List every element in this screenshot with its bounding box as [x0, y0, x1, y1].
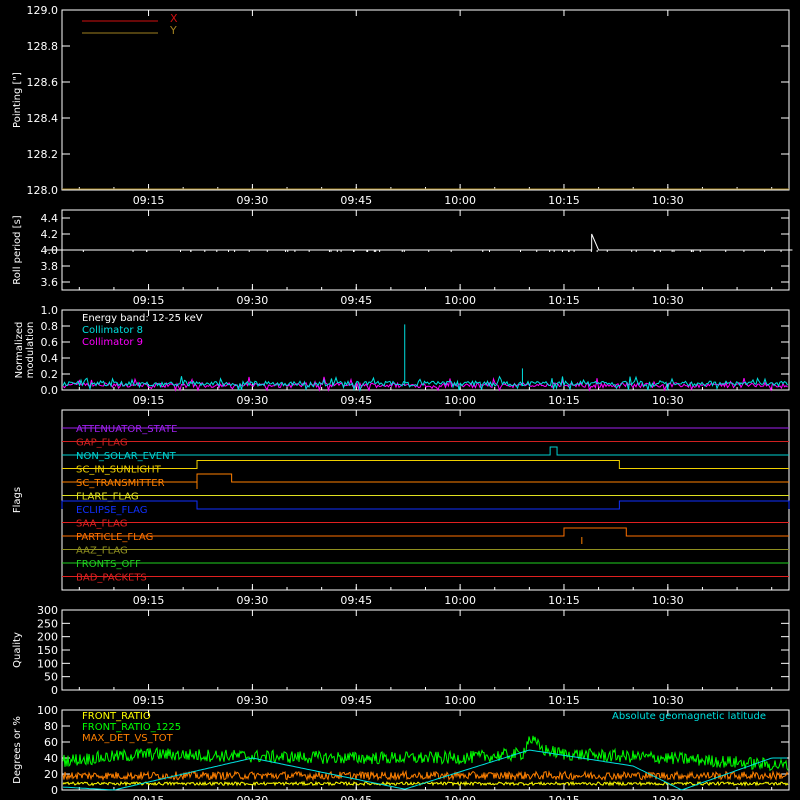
y-tick-label: 4.2	[41, 228, 59, 241]
y-tick-label: 200	[37, 631, 58, 644]
x-tick-label: 10:15	[548, 694, 580, 707]
x-tick-label: 09:30	[237, 394, 269, 407]
x-tick-label: 09:15	[133, 194, 165, 207]
x-tick-label: 09:15	[133, 294, 165, 307]
x-tick-label: 09:15	[133, 594, 165, 607]
flag-label: NON_SOLAR_EVENT	[76, 451, 177, 462]
roll-period-line	[44, 233, 793, 251]
y-tick-label: 1.0	[41, 304, 59, 317]
y-axis-label: Roll period [s]	[12, 215, 23, 284]
y-tick-label: 0.0	[41, 384, 59, 397]
y-axis-label: Flags	[12, 487, 23, 513]
x-tick-label: 09:30	[237, 594, 269, 607]
y-axis-label: Pointing ["]	[12, 72, 23, 128]
x-tick-label: 10:30	[652, 194, 684, 207]
x-tick-label: 10:00	[444, 294, 476, 307]
y-tick-label: 40	[44, 752, 58, 765]
x-tick-label: 09:15	[133, 794, 165, 800]
x-tick-label: 10:15	[548, 294, 580, 307]
x-tick-label: 09:45	[340, 294, 372, 307]
x-tick-label: 10:30	[652, 594, 684, 607]
flag-label: PARTICLE_FLAG	[76, 532, 153, 543]
x-tick-label: 10:30	[652, 294, 684, 307]
x-tick-label: 10:00	[444, 594, 476, 607]
y-tick-label: 128.4	[27, 112, 59, 125]
y-tick-label: 0.8	[41, 320, 59, 333]
x-tick-label: 09:15	[133, 394, 165, 407]
x-tick-label: 10:15	[548, 194, 580, 207]
x-tick-label: 10:00	[444, 794, 476, 800]
x-tick-label: 09:15	[133, 694, 165, 707]
x-tick-label: 09:45	[340, 594, 372, 607]
y-tick-label: 4.4	[41, 212, 59, 225]
flag-line	[62, 473, 789, 483]
flag-label: SAA_FLAG	[76, 519, 127, 530]
plot-frame-4	[61, 609, 790, 691]
x-tick-label: 09:30	[237, 294, 269, 307]
y-tick-label: 0	[51, 684, 58, 697]
y-tick-label: 0.4	[41, 352, 59, 365]
flag-label: BAD_PACKETS	[76, 573, 147, 584]
y-tick-label: 128.0	[27, 184, 59, 197]
flag-label: ECLIPSE_FLAG	[76, 505, 147, 516]
y-tick-label: 300	[37, 604, 58, 617]
y-tick-label: 250	[37, 617, 58, 630]
legend-label: Energy band: 12-25 keV	[82, 313, 203, 324]
y-tick-label: 0.6	[41, 336, 59, 349]
y-tick-label: 50	[44, 671, 58, 684]
y-tick-label: 128.6	[27, 76, 59, 89]
x-tick-label: 09:30	[237, 794, 269, 800]
flag-label: SC_IN_SUNLIGHT	[76, 465, 162, 476]
y-axis-label: Normalized	[14, 322, 25, 379]
y-tick-label: 129.0	[27, 4, 59, 17]
x-tick-label: 09:45	[340, 194, 372, 207]
y-tick-label: 128.8	[27, 40, 59, 53]
x-tick-label: 10:15	[548, 394, 580, 407]
flag-label: AAZ_FLAG	[76, 546, 128, 557]
y-tick-label: 128.2	[27, 148, 59, 161]
x-tick-label: 10:00	[444, 194, 476, 207]
y-tick-label: 3.8	[41, 260, 59, 273]
legend-label: Collimator 8	[82, 325, 143, 336]
legend-label: Absolute geomagnetic latitude	[612, 711, 766, 722]
legend-label: Collimator 9	[82, 337, 143, 348]
x-tick-label: 10:15	[548, 594, 580, 607]
y-axis-label: Degrees or %	[12, 716, 23, 784]
y-axis-label: modulation	[25, 322, 36, 379]
flag-label: SC_TRANSMITTER	[76, 478, 165, 489]
x-tick-label: 09:45	[340, 794, 372, 800]
y-tick-label: 60	[44, 736, 58, 749]
legend-label: FRONT_RATIO_1225	[82, 722, 181, 733]
y-tick-label: 100	[37, 657, 58, 670]
y-tick-label: 100	[37, 704, 58, 717]
x-tick-label: 09:45	[340, 694, 372, 707]
x-tick-label: 09:30	[237, 194, 269, 207]
x-tick-label: 09:45	[340, 394, 372, 407]
flag-line	[61, 500, 790, 510]
y-tick-label: 150	[37, 644, 58, 657]
plot-frame-0	[61, 9, 790, 191]
y-tick-label: 80	[44, 720, 58, 733]
y-axis-label: Quality	[12, 632, 23, 668]
legend-label: FRONT_RATIO	[82, 711, 151, 722]
legend-label: MAX_DET_VS_TOT	[82, 733, 174, 744]
y-tick-label: 0.2	[41, 368, 59, 381]
flag-label: ATTENUATOR_STATE	[76, 424, 177, 435]
x-tick-label: 10:00	[444, 694, 476, 707]
stage: 09:15 09:30 09:45 10:00 10:15 10:30 128.0 128.2…	[12, 4, 793, 800]
legend-label: Y	[169, 24, 177, 37]
flag-label: FRONTS_OFF	[76, 559, 141, 570]
x-tick-label: 10:30	[652, 394, 684, 407]
flag-label: GAP_FLAG	[76, 438, 128, 449]
x-tick-label: 10:00	[444, 394, 476, 407]
x-tick-label: 10:30	[652, 694, 684, 707]
series-max-det-vs-tot-line	[62, 769, 789, 782]
x-tick-label: 09:30	[237, 694, 269, 707]
x-tick-label: 10:15	[548, 794, 580, 800]
y-tick-label: 3.6	[41, 276, 59, 289]
y-tick-label: 20	[44, 768, 58, 781]
flag-line	[62, 527, 789, 537]
x-tick-label: 10:30	[652, 794, 684, 800]
y-tick-label: 0	[51, 784, 58, 797]
